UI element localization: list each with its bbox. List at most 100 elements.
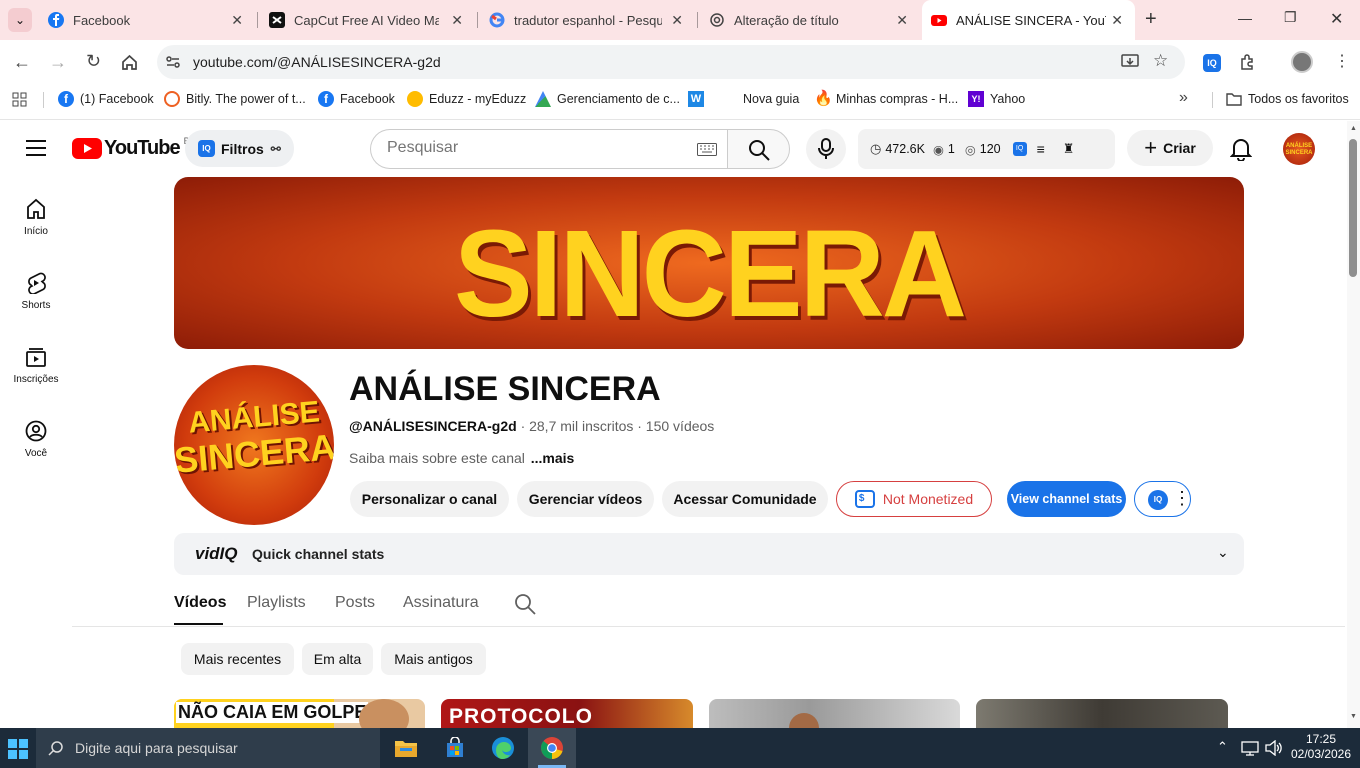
microsoft-store-icon[interactable] (444, 737, 466, 759)
chip-oldest[interactable]: Mais antigos (381, 643, 486, 675)
manage-videos-button[interactable]: Gerenciar vídeos (517, 481, 654, 517)
video-thumbnail-3[interactable] (709, 699, 960, 728)
vidiq-menu-button[interactable]: IQ ⋮ (1134, 481, 1191, 517)
minimize-button[interactable]: — (1238, 10, 1252, 26)
chevron-up-icon[interactable]: ⌃ (1217, 739, 1228, 755)
hamburger-menu-icon[interactable] (26, 140, 46, 156)
chip-latest[interactable]: Mais recentes (181, 643, 294, 675)
back-icon[interactable]: ← (13, 52, 31, 73)
sidebar-item-shorts[interactable]: Shorts (0, 272, 72, 311)
tab-search-button[interactable]: ⌄ (8, 8, 32, 32)
community-button[interactable]: Acessar Comunidade (662, 481, 828, 517)
chip-popular[interactable]: Em alta (302, 643, 373, 675)
channel-search-icon[interactable] (514, 593, 536, 615)
vidiq-extension-icon[interactable]: IQ (1203, 54, 1221, 72)
site-info-icon[interactable] (165, 54, 181, 70)
account-avatar[interactable]: ANÁLISE SINCERA (1283, 133, 1315, 165)
bookmark-w[interactable]: W (688, 91, 710, 107)
tab-playlists[interactable]: Playlists (247, 594, 306, 612)
bookmark-bitly[interactable]: Bitly. The power of t... (164, 91, 306, 107)
forward-icon[interactable]: → (49, 52, 67, 73)
youtube-play-icon (72, 138, 102, 159)
monetization-icon: $ (854, 490, 875, 508)
bookmark-minhas-compras[interactable]: 🔥 Minhas compras - H... (814, 91, 958, 107)
bookmark-facebook-1[interactable]: f (1) Facebook (58, 91, 154, 107)
scrollbar-thumb[interactable] (1349, 139, 1357, 277)
bookmark-label: (1) Facebook (80, 92, 154, 106)
view-channel-stats-button[interactable]: View channel stats (1007, 481, 1126, 517)
not-monetized-badge[interactable]: $ Not Monetized (836, 481, 992, 517)
taskbar-search-box[interactable]: Digite aqui para pesquisar (36, 728, 380, 768)
voice-search-button[interactable] (806, 129, 846, 169)
vidiq-quick-stats-bar[interactable]: vidIQ Quick channel stats ⌄ (174, 533, 1244, 575)
tab-chatgpt[interactable]: Alteração de título ✕ (700, 0, 920, 40)
vidiq-icon[interactable]: IQ (1012, 142, 1027, 156)
video-thumbnail-2[interactable]: PROTOCOLO (441, 699, 693, 728)
sidebar-item-you[interactable]: Você (0, 420, 72, 459)
bookmark-yahoo[interactable]: Y! Yahoo (968, 91, 1025, 107)
install-app-icon[interactable] (1121, 54, 1139, 70)
keyboard-icon[interactable] (697, 143, 717, 156)
trophy-icon[interactable]: ♜ (1063, 141, 1075, 157)
tab-google[interactable]: tradutor espanhol - Pesquisa ✕ (480, 0, 695, 40)
menu-dots-icon[interactable]: ⋮ (1334, 51, 1350, 71)
scroll-down-icon[interactable]: ▼ (1350, 713, 1357, 720)
chrome-taskbar-button[interactable] (528, 728, 576, 768)
windows-start-icon[interactable] (8, 739, 28, 759)
bookmark-star-icon[interactable]: ☆ (1153, 51, 1168, 71)
address-bar[interactable]: youtube.com/@ANÁLISESINCERA-g2d ☆ (157, 45, 1185, 79)
video-thumbnail-1[interactable]: NÃO CAIA EM GOLPE (174, 699, 425, 728)
tab-posts[interactable]: Posts (335, 594, 375, 612)
apps-grid-icon[interactable] (12, 92, 27, 107)
list-icon[interactable]: ≡ (1037, 141, 1045, 157)
extensions-icon[interactable] (1239, 53, 1257, 71)
close-icon[interactable]: ✕ (231, 12, 243, 29)
more-link[interactable]: ...mais (531, 450, 575, 466)
search-button[interactable] (727, 129, 790, 169)
close-icon[interactable]: ✕ (451, 12, 463, 29)
create-button[interactable]: + Criar (1127, 130, 1213, 166)
tab-capcut[interactable]: CapCut Free AI Video Maker ✕ (260, 0, 475, 40)
youtube-logo[interactable]: YouTube BR (72, 136, 196, 160)
close-window-button[interactable]: ✕ (1330, 9, 1343, 29)
tab-videos[interactable]: Vídeos (174, 594, 226, 612)
file-explorer-icon[interactable] (394, 738, 418, 758)
sidebar-item-home[interactable]: Início (0, 198, 72, 237)
bookmarks-overflow-button[interactable]: » (1179, 89, 1188, 107)
tab-membership[interactable]: Assinatura (403, 594, 479, 612)
reload-icon[interactable]: ↻ (86, 51, 101, 72)
bookmarks-bar: f (1) Facebook Bitly. The power of t... f… (0, 84, 1360, 116)
restore-button[interactable]: ❐ (1284, 9, 1297, 26)
bookmark-facebook-2[interactable]: f Facebook (318, 91, 395, 107)
tab-facebook[interactable]: Facebook ✕ (40, 0, 255, 40)
page-scrollbar[interactable]: ▲ ▼ (1347, 121, 1360, 728)
network-icon[interactable] (1241, 741, 1259, 756)
bookmark-nova-guia[interactable]: Nova guia (721, 91, 799, 107)
home-icon[interactable] (121, 54, 138, 71)
all-bookmarks-button[interactable]: Todos os favoritos (1226, 91, 1349, 107)
url-text[interactable]: youtube.com/@ANÁLISESINCERA-g2d (193, 54, 441, 70)
close-icon[interactable]: ✕ (896, 12, 908, 29)
clock[interactable]: 17:25 02/03/2026 (1290, 732, 1352, 762)
customize-channel-button[interactable]: Personalizar o canal (350, 481, 509, 517)
video-thumbnail-4[interactable] (976, 699, 1228, 728)
edge-icon[interactable] (491, 736, 515, 760)
profile-avatar[interactable] (1291, 51, 1313, 73)
sidebar-item-subscriptions[interactable]: Inscrições (0, 346, 72, 385)
channel-about[interactable]: Saiba mais sobre este canal ...mais (349, 450, 574, 466)
volume-icon[interactable] (1265, 740, 1283, 756)
bookmark-eduzz[interactable]: Eduzz - myEduzz (407, 91, 526, 107)
tab-youtube-active[interactable]: ANÁLISE SINCERA - YouTube ✕ (922, 0, 1135, 40)
search-input[interactable] (387, 139, 677, 157)
subscriptions-icon (26, 348, 46, 367)
new-tab-button[interactable]: + (1145, 8, 1157, 31)
vidiq-filters-button[interactable]: IQ Filtros ⚯ (185, 130, 294, 167)
notifications-bell-icon[interactable] (1230, 137, 1252, 161)
close-icon[interactable]: ✕ (671, 12, 683, 29)
scroll-up-icon[interactable]: ▲ (1350, 125, 1357, 132)
bookmark-gerenciamento[interactable]: Gerenciamento de c... (535, 91, 680, 107)
channel-avatar[interactable]: ANÁLISE SINCERA (174, 365, 334, 525)
chevron-down-icon[interactable]: ⌄ (1217, 544, 1229, 561)
search-box[interactable] (370, 129, 727, 169)
close-icon[interactable]: ✕ (1111, 12, 1123, 29)
